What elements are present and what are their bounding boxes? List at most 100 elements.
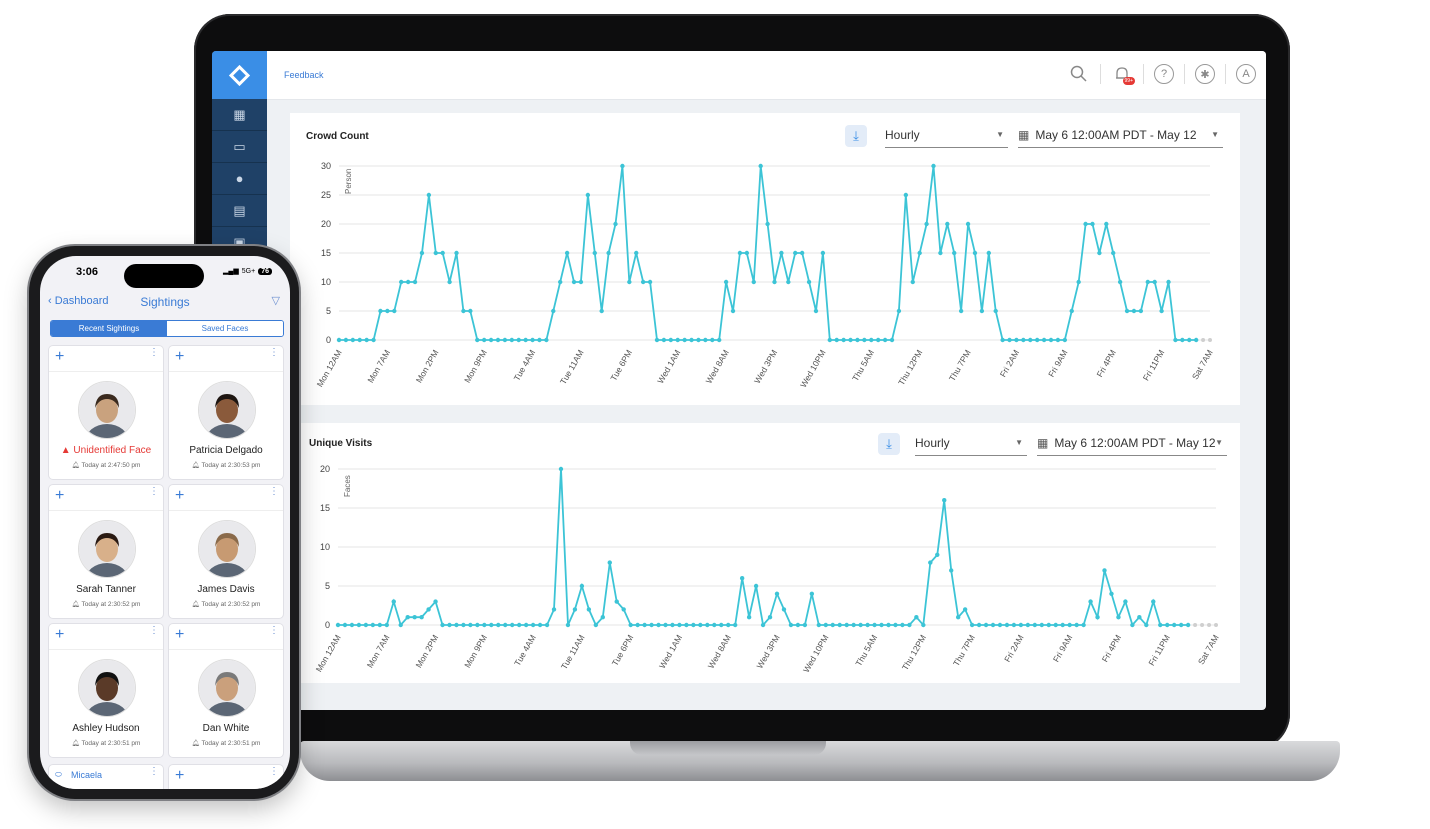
data-point [412, 279, 418, 285]
plus-icon[interactable]: + [55, 487, 64, 505]
sighting-card[interactable]: + ⋮ [169, 765, 283, 789]
data-point [765, 221, 770, 227]
data-point [593, 622, 599, 628]
more-options-icon[interactable]: ⋮ [269, 487, 279, 497]
person-name-text: Sarah Tanner [76, 584, 136, 595]
data-point [661, 337, 667, 343]
tab-recent-sightings[interactable]: Recent Sightings [51, 321, 167, 336]
data-point [1004, 622, 1010, 628]
filter-icon[interactable]: ▽ [272, 294, 280, 307]
data-point [737, 250, 743, 256]
data-point [1117, 279, 1123, 285]
signal-icon: ▂▄▆ [223, 268, 239, 275]
y-tick-label: 5 [325, 581, 330, 591]
data-point [1074, 622, 1079, 628]
empty-point [1201, 338, 1206, 342]
data-point [509, 337, 515, 343]
feedback-link[interactable]: Feedback [284, 70, 324, 80]
person-name-text: Patricia Delgado [189, 445, 263, 456]
data-point [767, 615, 773, 620]
more-options-icon[interactable]: ⋮ [269, 767, 279, 777]
data-point [1032, 622, 1038, 628]
person-name: Dan White [169, 723, 283, 734]
bell-icon[interactable]: 99+ [1111, 63, 1135, 85]
search-icon[interactable] [1068, 63, 1090, 85]
tab-saved-faces[interactable]: Saved Faces [167, 321, 283, 336]
sighting-card[interactable]: + ⋮ Sarah Tanner 🔔︎ Today at 2:30:52 pm [49, 485, 163, 618]
data-point [488, 337, 494, 343]
dynamic-island [124, 264, 204, 288]
x-tick-label: Thu 5AM [850, 348, 876, 383]
data-point [343, 337, 349, 343]
tag-icon: ⬭ [55, 770, 62, 779]
data-point [723, 279, 729, 285]
data-point [592, 250, 597, 256]
data-point [1011, 622, 1017, 628]
data-point [385, 308, 390, 314]
data-point [886, 622, 891, 628]
x-tick-label: Sat 7AM [1196, 633, 1221, 666]
plus-icon[interactable]: + [175, 487, 184, 505]
data-point [634, 250, 639, 256]
sighting-time: 🔔︎ Today at 2:30:51 pm [49, 739, 163, 747]
more-options-icon[interactable]: ⋮ [149, 767, 159, 777]
card-header: + ⋮ [49, 485, 163, 511]
gear-icon[interactable]: ✱ [1195, 64, 1215, 84]
location-pin-icon[interactable]: ● [212, 163, 267, 195]
y-tick-label: 0 [325, 620, 330, 630]
plus-icon[interactable]: + [175, 626, 184, 644]
data-point [1123, 599, 1128, 604]
plus-icon[interactable]: + [55, 348, 64, 366]
x-tick-label: Fri 2AM [1002, 633, 1026, 664]
data-point [370, 622, 376, 628]
more-options-icon[interactable]: ⋮ [149, 348, 159, 358]
sighting-card[interactable]: + ⋮ Dan White 🔔︎ Today at 2:30:51 pm [169, 624, 283, 757]
sighting-card[interactable]: + ⋮ Patricia Delgado 🔔︎ Today at 2:30:53 pm [169, 346, 283, 479]
sighting-time-text: Today at 2:47:50 pm [81, 462, 141, 469]
data-point [398, 622, 403, 628]
sighting-card[interactable]: + ⋮ ▲ Unidentified Face 🔔︎ Today at 2:47:50… [49, 346, 163, 479]
help-icon[interactable]: ? [1154, 64, 1174, 84]
data-point [433, 250, 438, 256]
sighting-card[interactable]: + ⋮ Ashley Hudson 🔔︎ Today at 2:30:51 pm [49, 624, 163, 757]
x-tick-label: Wed 8AM [704, 348, 731, 385]
data-point [677, 622, 682, 628]
data-point [482, 622, 487, 628]
empty-point [1207, 623, 1212, 627]
segmented-control: Recent Sightings Saved Faces [50, 320, 284, 337]
data-point [739, 576, 745, 581]
sighting-card[interactable]: ⬭ Micaela ⋮ [49, 765, 163, 789]
data-point [1053, 622, 1058, 628]
divider [1184, 64, 1185, 84]
data-point [668, 337, 674, 343]
data-point [461, 308, 466, 314]
more-options-icon[interactable]: ⋮ [149, 487, 159, 497]
bell-icon: 🔔︎ [71, 462, 82, 469]
camera-grid-icon[interactable]: ▦ [212, 99, 267, 131]
device-icon[interactable]: ▭ [212, 131, 267, 163]
app-logo[interactable] [212, 51, 267, 99]
plus-icon[interactable]: + [55, 626, 64, 644]
person-name-text: Ashley Hudson [72, 723, 140, 734]
face-photo [198, 381, 256, 439]
sighting-card[interactable]: + ⋮ James Davis 🔔︎ Today at 2:30:52 pm [169, 485, 283, 618]
more-options-icon[interactable]: ⋮ [269, 348, 279, 358]
y-tick-label: 15 [321, 248, 331, 258]
map-icon[interactable]: ▤ [212, 195, 267, 227]
x-tick-label: Mon 2PM [413, 633, 440, 670]
more-options-icon[interactable]: ⋮ [149, 626, 159, 636]
data-point [675, 337, 680, 343]
data-point [855, 337, 860, 343]
plus-icon[interactable]: + [175, 348, 184, 366]
user-avatar[interactable]: A [1236, 64, 1256, 84]
more-options-icon[interactable]: ⋮ [269, 626, 279, 636]
sighting-time: 🔔︎ Today at 2:47:50 pm [49, 461, 163, 469]
data-point [468, 308, 473, 314]
card-header: + ⋮ [169, 485, 283, 511]
plus-icon[interactable]: + [175, 767, 184, 785]
data-point [1185, 622, 1191, 628]
x-tick-label: Wed 1AM [657, 633, 684, 670]
logo-icon [228, 64, 251, 86]
data-point [753, 583, 759, 589]
x-tick-label: Wed 8AM [706, 633, 733, 670]
